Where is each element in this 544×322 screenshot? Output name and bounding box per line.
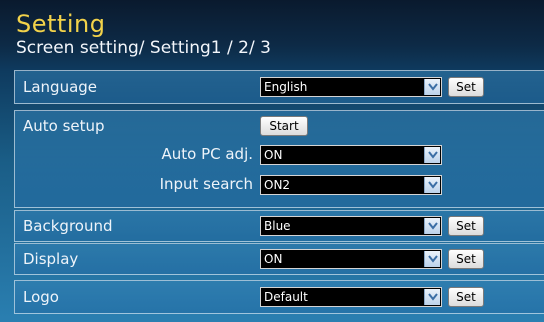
background-select[interactable]: Blue: [260, 216, 442, 236]
auto-pc-adj-label: Auto PC adj.: [161, 145, 253, 163]
logo-row: Logo Default Set: [14, 280, 544, 314]
display-select-value: ON: [264, 252, 283, 266]
display-label: Display: [23, 250, 79, 268]
header: Setting Screen setting/ Setting1 / 2/ 3: [0, 0, 544, 66]
display-set-button[interactable]: Set: [448, 249, 484, 269]
chevron-down-icon[interactable]: [424, 251, 440, 267]
auto-pc-adj-select[interactable]: ON: [260, 145, 442, 165]
background-label: Background: [23, 217, 113, 235]
input-search-select[interactable]: ON2: [260, 175, 442, 195]
auto-setup-start-button[interactable]: Start: [260, 116, 308, 136]
language-set-button[interactable]: Set: [448, 77, 484, 97]
chevron-down-icon[interactable]: [424, 289, 440, 305]
logo-label: Logo: [23, 288, 59, 306]
chevron-down-icon[interactable]: [424, 79, 440, 95]
breadcrumb: Screen setting/ Setting1 / 2/ 3: [16, 38, 271, 58]
language-label: Language: [23, 78, 98, 96]
input-search-label: Input search: [159, 175, 253, 193]
language-row: Language English Set: [14, 70, 544, 104]
logo-select[interactable]: Default: [260, 287, 442, 307]
background-row: Background Blue Set: [14, 210, 544, 242]
language-select-value: English: [264, 80, 308, 94]
background-set-button[interactable]: Set: [448, 216, 484, 236]
display-select[interactable]: ON: [260, 249, 442, 269]
chevron-down-icon[interactable]: [424, 177, 440, 193]
auto-setup-label: Auto setup: [23, 117, 105, 135]
auto-pc-adj-value: ON: [264, 148, 283, 162]
logo-set-button[interactable]: Set: [448, 287, 484, 307]
background-select-value: Blue: [264, 219, 291, 233]
display-row: Display ON Set: [14, 243, 544, 275]
auto-setup-row: Auto setup Start Auto PC adj. ON Input s…: [14, 110, 544, 208]
chevron-down-icon[interactable]: [424, 218, 440, 234]
chevron-down-icon[interactable]: [424, 147, 440, 163]
logo-select-value: Default: [264, 290, 308, 304]
input-search-value: ON2: [264, 178, 291, 192]
settings-panel: Setting Screen setting/ Setting1 / 2/ 3 …: [0, 0, 544, 322]
page-title: Setting: [16, 10, 106, 38]
language-select[interactable]: English: [260, 77, 442, 97]
